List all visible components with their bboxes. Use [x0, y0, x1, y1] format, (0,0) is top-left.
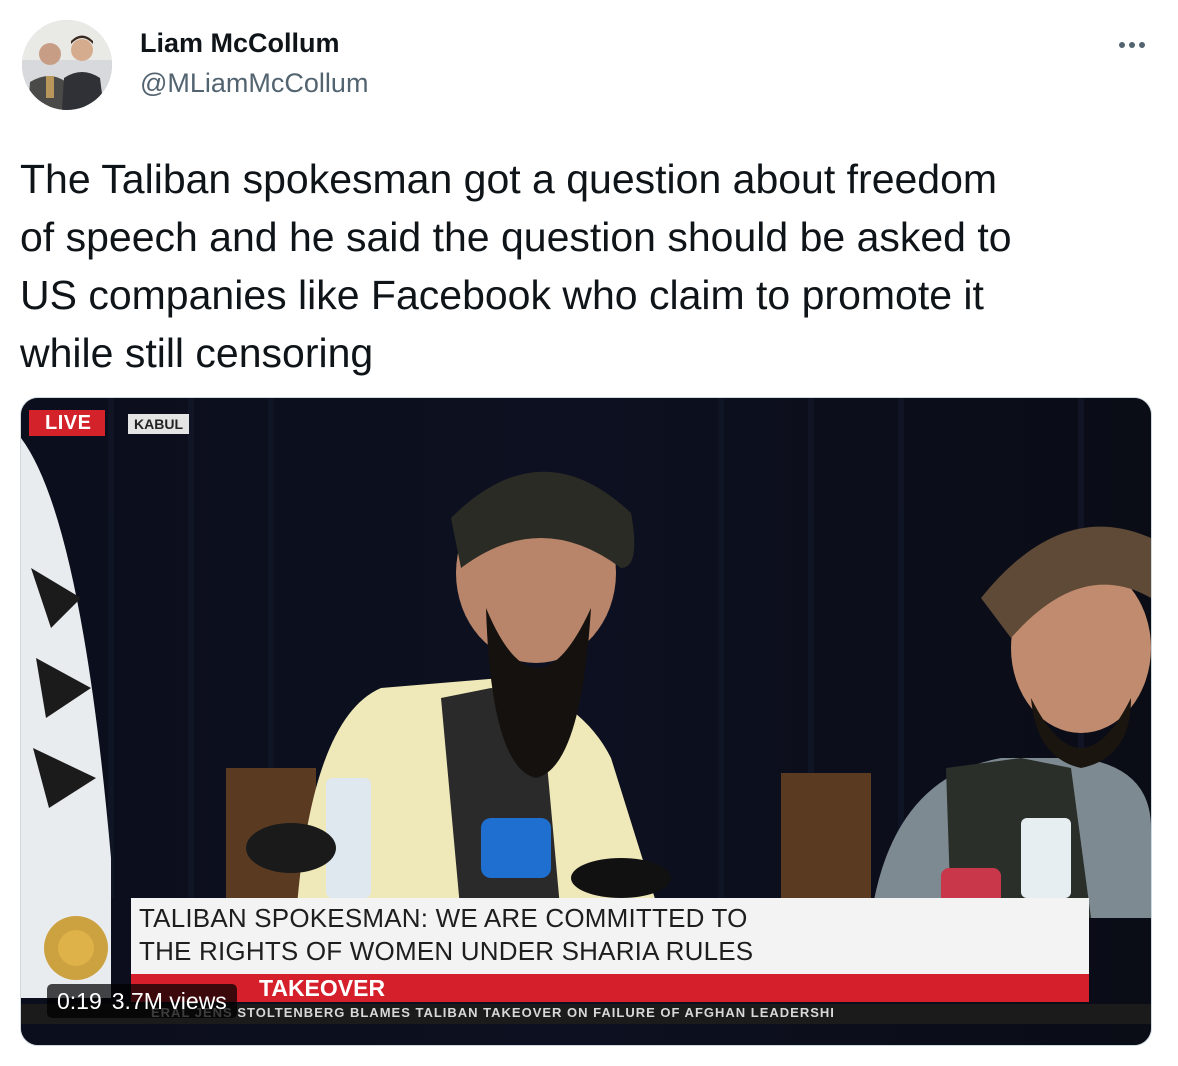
tweet-text-line: US companies like Facebook who claim to …: [20, 272, 984, 318]
video-player[interactable]: LIVE KABUL TALIBAN SPOKESMAN: WE ARE COM…: [20, 397, 1152, 1046]
tweet-text: The Taliban spokesman got a question abo…: [20, 150, 1150, 382]
headline-line: TALIBAN SPOKESMAN: WE ARE COMMITTED TO: [139, 903, 748, 933]
headline: TALIBAN SPOKESMAN: WE ARE COMMITTED TO T…: [139, 902, 753, 968]
author-handle[interactable]: @MLiamMcCollum: [140, 68, 368, 99]
section-bar: TAKEOVER: [131, 974, 1089, 1002]
author-name[interactable]: Liam McCollum: [140, 28, 340, 59]
ticker-text: ERAL JENS STOLTENBERG BLAMES TALIBAN TAK…: [151, 1005, 835, 1020]
video-info-overlay: 0:19 3.7M views: [47, 984, 237, 1018]
more-horizontal-icon: [1119, 42, 1145, 48]
avatar[interactable]: [22, 20, 112, 110]
more-options-button[interactable]: [1112, 30, 1152, 60]
video-duration: 0:19: [57, 988, 102, 1014]
live-badge: LIVE: [29, 410, 106, 436]
tweet-text-line: of speech and he said the question shoul…: [20, 214, 1012, 260]
headline-line: THE RIGHTS OF WOMEN UNDER SHARIA RULES: [139, 936, 754, 966]
location-badge: KABUL: [128, 414, 189, 434]
section-label: TAKEOVER: [259, 975, 386, 1001]
lower-third-banner: TALIBAN SPOKESMAN: WE ARE COMMITTED TO T…: [131, 898, 1089, 974]
video-views: 3.7M views: [111, 988, 227, 1014]
avatar-photo: [22, 20, 112, 110]
tweet-text-line: while still censoring: [20, 330, 374, 376]
tweet-text-line: The Taliban spokesman got a question abo…: [20, 156, 998, 202]
